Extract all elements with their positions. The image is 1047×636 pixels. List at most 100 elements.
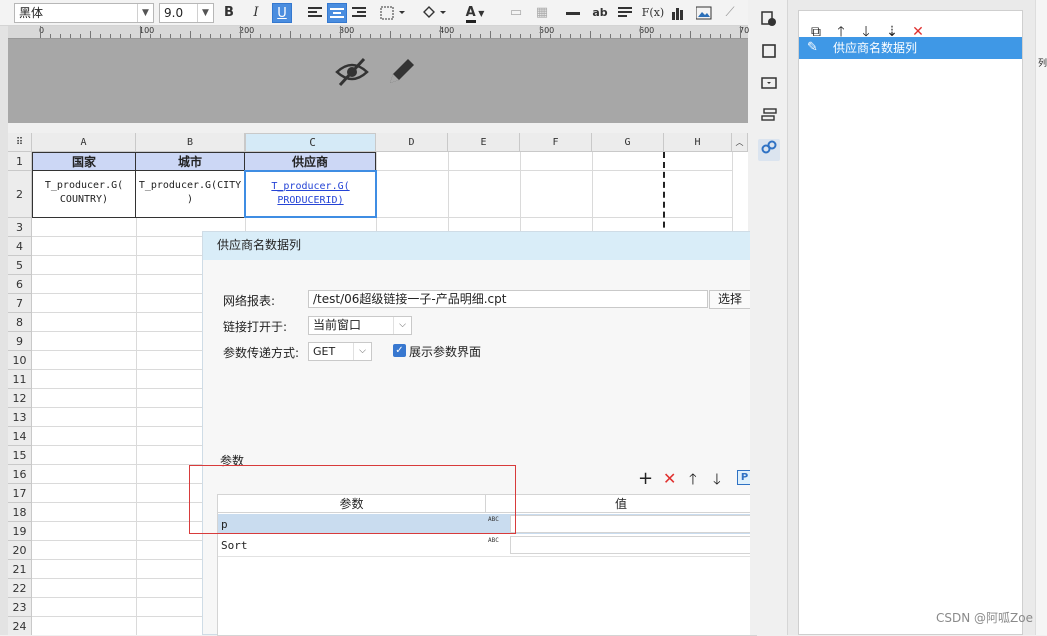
- text-color-button[interactable]: A ▼: [460, 3, 490, 23]
- row-header[interactable]: 22: [8, 579, 32, 598]
- delete-icon[interactable]: ✕: [663, 470, 676, 488]
- param-value-input[interactable]: [510, 536, 753, 554]
- ruler-tick: [470, 34, 471, 38]
- align-left-button[interactable]: [305, 3, 325, 23]
- row-header[interactable]: 11: [8, 370, 32, 389]
- format-painter-icon[interactable]: ⟋: [720, 3, 740, 23]
- ruler-tick: [510, 34, 511, 38]
- italic-button[interactable]: I: [246, 3, 266, 23]
- split-cells-icon[interactable]: ▦: [532, 3, 552, 23]
- ruler-tick: [350, 34, 351, 38]
- choose-button[interactable]: 选择: [709, 290, 751, 309]
- row-header[interactable]: 14: [8, 427, 32, 446]
- network-report-input[interactable]: /test/06超级链接一子-产品明细.cpt: [308, 290, 708, 308]
- ruler-tick: [410, 34, 411, 38]
- fill-color-button[interactable]: [420, 3, 450, 23]
- param-value-input[interactable]: [510, 515, 753, 533]
- column-header-g[interactable]: G: [592, 133, 664, 152]
- row-header[interactable]: 19: [8, 522, 32, 541]
- row-header[interactable]: 10: [8, 351, 32, 370]
- ruler-tick: [170, 34, 171, 38]
- type-abc-icon[interactable]: ABC: [488, 537, 499, 544]
- row-header[interactable]: 4: [8, 237, 32, 256]
- row-header[interactable]: 20: [8, 541, 32, 560]
- header-cell-city[interactable]: 城市: [135, 152, 245, 171]
- ruler-tick: [100, 34, 101, 38]
- ruler-tick: [450, 34, 451, 38]
- row-header[interactable]: 13: [8, 408, 32, 427]
- row-header[interactable]: 2: [8, 171, 32, 218]
- show-params-checkbox[interactable]: ✓: [393, 344, 406, 357]
- font-size-select[interactable]: 9.0 ▼: [159, 3, 214, 23]
- ruler-tick: [80, 34, 81, 38]
- wrap-text-button[interactable]: [615, 3, 635, 23]
- row-header[interactable]: 12: [8, 389, 32, 408]
- row-header[interactable]: 8: [8, 313, 32, 332]
- ruler-tick: [90, 31, 91, 38]
- grid-corner[interactable]: ⠿: [8, 133, 32, 152]
- font-name-select[interactable]: 黑体 ▼: [14, 3, 154, 23]
- underline-button[interactable]: U: [272, 3, 292, 23]
- cell-link-text: T_producer.G(: [271, 181, 350, 192]
- row-header[interactable]: 23: [8, 598, 32, 617]
- param-method-select[interactable]: GET ⌵: [308, 342, 372, 361]
- align-right-button[interactable]: [349, 3, 369, 23]
- ruler-tick: [290, 31, 291, 38]
- ruler-tick: [200, 34, 201, 38]
- cell-element-icon[interactable]: [758, 43, 780, 65]
- row-header[interactable]: 17: [8, 484, 32, 503]
- widget-icon[interactable]: [758, 75, 780, 97]
- border-button[interactable]: [379, 3, 409, 23]
- list-item[interactable]: ✎ 供应商名数据列: [799, 37, 1022, 59]
- ruler-tick: [150, 34, 151, 38]
- condition-attributes-icon[interactable]: [758, 107, 780, 129]
- strikethrough-button[interactable]: [563, 3, 583, 23]
- cell-a2[interactable]: T_producer.G( COUNTRY): [32, 170, 136, 218]
- cell-c2-selected[interactable]: T_producer.G( PRODUCERID): [244, 170, 377, 218]
- header-cell-producer[interactable]: 供应商: [244, 152, 376, 171]
- image-button[interactable]: [694, 3, 714, 23]
- cell-b2[interactable]: T_producer.G(CITY ): [135, 170, 245, 218]
- row-header[interactable]: 5: [8, 256, 32, 275]
- column-header-f[interactable]: F: [520, 133, 592, 152]
- move-up-icon[interactable]: 🡑: [689, 470, 697, 488]
- column-header-h[interactable]: H: [664, 133, 732, 152]
- row-header[interactable]: 24: [8, 617, 32, 635]
- horizontal-ruler: 0 100 200 300 400 500 600 70: [8, 26, 749, 39]
- row-header[interactable]: 1: [8, 152, 32, 171]
- merge-cells-icon[interactable]: ▭: [506, 3, 526, 23]
- bold-button[interactable]: B: [219, 3, 239, 23]
- chevron-down-icon: ⌵: [353, 343, 371, 360]
- align-center-button[interactable]: [327, 3, 347, 23]
- column-header-c[interactable]: C: [245, 133, 376, 152]
- hyperlink-panel: ⧉ 🡑 🡓 ⇣ ✕ ✎ 供应商名数据列: [788, 0, 1047, 635]
- table-row[interactable]: Sort ABC: [218, 535, 756, 555]
- column-header-b[interactable]: B: [136, 133, 245, 152]
- row-header[interactable]: 7: [8, 294, 32, 313]
- formula-button[interactable]: F(x): [641, 3, 665, 23]
- column-header-d[interactable]: D: [376, 133, 448, 152]
- column-header-e[interactable]: E: [448, 133, 520, 152]
- row-header[interactable]: 21: [8, 560, 32, 579]
- row-header[interactable]: 15: [8, 446, 32, 465]
- row-header[interactable]: 6: [8, 275, 32, 294]
- ruler-tick: [330, 34, 331, 38]
- row-header[interactable]: 9: [8, 332, 32, 351]
- open-in-select[interactable]: 当前窗口 ⌵: [308, 316, 412, 335]
- row-header[interactable]: 18: [8, 503, 32, 522]
- pencil-icon[interactable]: [384, 56, 418, 91]
- cell-properties-icon[interactable]: [758, 11, 780, 33]
- eye-off-icon[interactable]: [334, 56, 370, 91]
- chart-button[interactable]: [668, 3, 688, 23]
- dialog-title: 供应商名数据列: [203, 232, 770, 260]
- row-header[interactable]: 16: [8, 465, 32, 484]
- row-header[interactable]: 3: [8, 218, 32, 237]
- scroll-up-icon[interactable]: ︿: [732, 133, 748, 152]
- hyperlink-icon[interactable]: [758, 139, 780, 161]
- ruler-tick: [400, 34, 401, 38]
- column-header-a[interactable]: A: [32, 133, 136, 152]
- move-down-icon[interactable]: 🡓: [713, 470, 721, 488]
- add-icon[interactable]: +: [638, 470, 653, 488]
- header-cell-country[interactable]: 国家: [32, 152, 136, 171]
- ab-button[interactable]: ab: [590, 3, 610, 23]
